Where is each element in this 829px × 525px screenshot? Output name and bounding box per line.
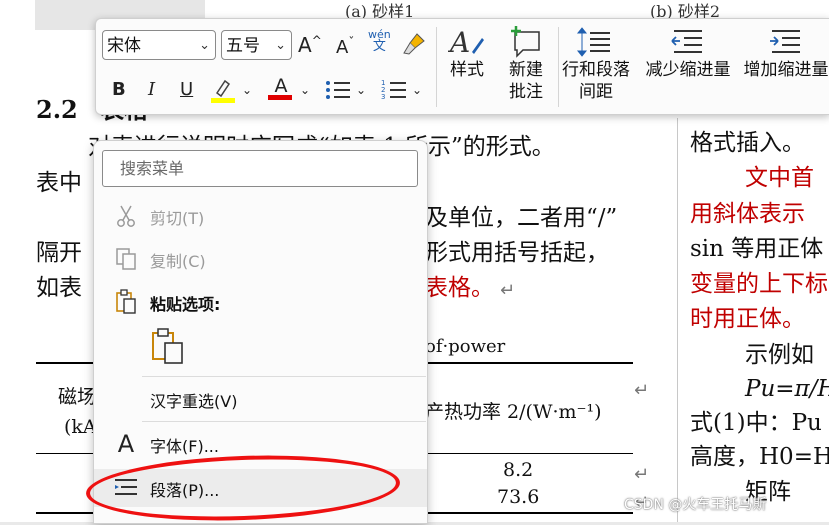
menu-separator — [142, 376, 426, 377]
return-mark-2: ↵ — [634, 380, 650, 401]
right-line-7: 示例如 — [745, 342, 814, 368]
chevron-down-icon: ⌄ — [275, 38, 286, 53]
menu-item-font-label: 字体(F)... — [150, 437, 219, 456]
table-cell-2: 73.6 — [497, 486, 540, 508]
font-name-value: 宋体 — [107, 36, 141, 56]
paste-keep-text-icon — [152, 328, 183, 364]
phonetic-guide-button[interactable]: wén 文 — [368, 29, 391, 54]
clear-format-brush-button[interactable] — [401, 31, 427, 62]
menu-item-copy[interactable]: 复制(C) — [94, 240, 427, 278]
table-header-left-unit: (kA — [64, 416, 97, 438]
increase-indent-label: 增加缩进量 — [743, 60, 829, 80]
right-line-6: 时用正体。 — [690, 306, 805, 332]
font-color-button[interactable]: A — [268, 75, 294, 100]
table-title: of·power — [425, 336, 506, 357]
menu-item-cut[interactable]: 剪切(T) — [94, 197, 427, 235]
bold-button[interactable]: B — [112, 79, 126, 100]
bullets-button[interactable] — [324, 77, 352, 108]
styles-button[interactable]: A 样式 — [444, 25, 490, 81]
body-line-6: 如表 — [36, 275, 82, 301]
menu-item-reconvert-label: 汉字重选(V) — [150, 392, 238, 411]
decrease-indent-button[interactable]: 减少缩进量 — [642, 25, 734, 81]
highlighter-icon — [211, 79, 235, 103]
search-placeholder: 搜索菜单 — [120, 159, 185, 178]
svg-text:A: A — [448, 26, 470, 58]
format-painter-icon — [403, 33, 425, 55]
right-line-1: 格式插入。 — [690, 130, 805, 156]
copy-icon — [116, 248, 136, 270]
heading-number: 2.2 — [36, 95, 78, 124]
menu-item-cut-label: 剪切(T) — [150, 209, 205, 228]
increase-indent-icon — [770, 30, 800, 53]
return-mark-3: ↵ — [634, 464, 650, 485]
scissors-icon — [117, 205, 135, 227]
mini-toolbar: 宋体 ⌄ 五号 ⌄ A^ Aˇ wén 文 B I U ⌄ A ⌄ ⌄ 1 2 … — [95, 18, 829, 115]
line-spacing-button[interactable]: 行和段落 间距 — [558, 25, 634, 103]
right-line-5: 变量的上下标 — [690, 271, 828, 297]
table-cell-1: 8.2 — [503, 459, 534, 481]
right-line-2: 文中首 — [745, 165, 814, 191]
table-header-right: 产热功率 2/(W·m⁻¹) — [425, 401, 602, 423]
numbering-button[interactable]: 1 2 3 — [380, 77, 408, 108]
paste-options-label: 粘贴选项: — [150, 295, 221, 314]
paste-keep-text-only-button[interactable] — [150, 327, 190, 367]
chevron-down-icon[interactable]: ⌄ — [242, 83, 252, 97]
increase-indent-button[interactable]: 增加缩进量 — [742, 25, 829, 81]
right-line-9: 式(1)中：Pu — [690, 410, 822, 436]
line-spacing-label-1: 行和段落 — [562, 60, 630, 80]
new-comment-label-1: 新建 — [509, 60, 543, 80]
decrease-indent-icon — [671, 30, 702, 53]
right-line-10: 高度，H0=H — [690, 444, 829, 470]
menu-item-paste-options: 粘贴选项: — [94, 283, 427, 321]
right-line-3: 用斜体表示 — [690, 201, 805, 227]
new-comment-icon — [511, 26, 540, 58]
toolbar-separator — [436, 27, 437, 107]
menu-separator — [142, 421, 426, 422]
body-line-7: 表格。 — [425, 275, 494, 301]
chevron-down-icon[interactable]: ⌄ — [412, 83, 422, 97]
menu-item-reconvert[interactable]: 汉字重选(V) — [94, 380, 427, 418]
highlight-button[interactable] — [208, 77, 236, 108]
decrease-indent-label: 减少缩进量 — [645, 60, 731, 80]
return-mark: ↵ — [500, 280, 516, 301]
styles-icon: A — [448, 26, 484, 58]
search-menu-input[interactable]: 搜索菜单 — [102, 150, 418, 187]
italic-button[interactable]: I — [148, 79, 155, 100]
body-line-3: 及单位，二者用“/” — [425, 205, 618, 231]
bullet-list-icon — [326, 81, 350, 99]
clipboard-icon — [116, 289, 136, 314]
grow-font-button[interactable]: A^ — [298, 33, 322, 57]
watermark: CSDN @火车王托马斯 — [624, 497, 767, 513]
chevron-down-icon[interactable]: ⌄ — [300, 83, 310, 97]
font-color-letter: A — [274, 75, 288, 97]
shrink-font-button[interactable]: Aˇ — [336, 35, 354, 58]
chevron-down-icon: ⌄ — [199, 38, 210, 53]
font-icon: A — [117, 430, 135, 458]
menu-item-copy-label: 复制(C) — [150, 252, 206, 271]
right-line-8: Pu=π/H — [745, 376, 829, 402]
font-name-select[interactable]: 宋体 ⌄ — [102, 30, 216, 60]
numbered-list-icon: 1 2 3 — [381, 79, 406, 101]
column-divider — [677, 118, 678, 522]
styles-label: 样式 — [450, 60, 484, 80]
body-line-2: 表中 — [36, 170, 82, 196]
table-header-left: 磁场 — [58, 386, 97, 408]
phonetic-bottom: 文 — [372, 39, 386, 54]
svg-text:3: 3 — [381, 93, 385, 101]
line-spacing-label-2: 间距 — [579, 82, 613, 102]
underline-button[interactable]: U — [180, 79, 193, 100]
new-comment-button[interactable]: 新建 批注 — [504, 25, 548, 103]
new-comment-label-2: 批注 — [509, 82, 543, 102]
font-size-select[interactable]: 五号 ⌄ — [221, 30, 292, 60]
body-line-5: 形式用括号括起， — [425, 240, 609, 266]
body-line-4: 隔开 — [36, 240, 82, 266]
chevron-down-icon[interactable]: ⌄ — [356, 83, 366, 97]
line-spacing-icon — [576, 27, 610, 57]
font-size-value: 五号 — [226, 36, 260, 56]
right-line-4: sin 等用正体 — [690, 236, 824, 262]
